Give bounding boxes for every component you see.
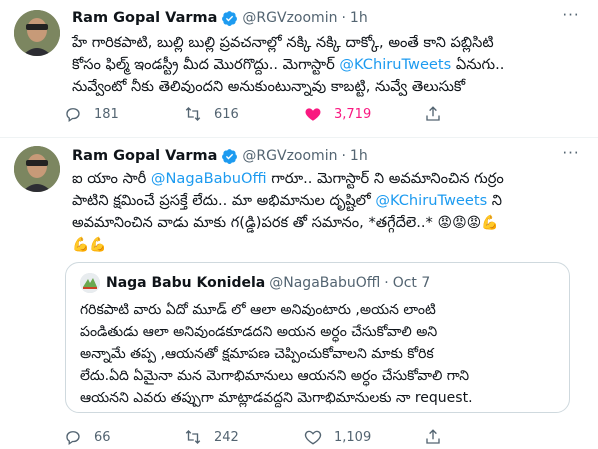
separator-dot: · bbox=[384, 275, 389, 291]
text-segment: అవమానించిన వాడు మాకు గ(డ్డి)పరక తో సమానం… bbox=[72, 214, 438, 231]
more-icon[interactable]: ··· bbox=[556, 6, 586, 26]
mention-link[interactable]: @NagaBabuOffi bbox=[151, 170, 267, 187]
tweet-text-line: అవమానించిన వాడు మాకు గ(డ్డి)పరక తో సమానం… bbox=[72, 212, 584, 234]
heart-icon bbox=[305, 108, 321, 121]
text-segment: నువ్వేంటో నీకు తెలివుందని అనుకుంటున్నావు… bbox=[72, 78, 466, 95]
tweet-actions: 181 616 3,719 bbox=[64, 105, 442, 123]
tweet-time[interactable]: 1h bbox=[350, 148, 368, 164]
reply-icon bbox=[66, 108, 80, 123]
text-segment: ఏనుగు.. bbox=[451, 56, 505, 73]
share-icon bbox=[426, 429, 440, 444]
tweet-header: Ram Gopal Varma @RGVzoomin · 1h bbox=[72, 8, 368, 28]
reply-count: 181 bbox=[94, 106, 119, 122]
emoji-text: 😡😡😡💪 bbox=[437, 215, 499, 231]
like-button[interactable]: 1,109 bbox=[304, 428, 424, 446]
quoted-tweet-date[interactable]: Oct 7 bbox=[393, 275, 431, 291]
tweet-text-line: 💪💪 bbox=[72, 234, 584, 256]
text-segment: ని bbox=[487, 192, 503, 209]
retweet-count: 242 bbox=[214, 429, 239, 445]
heart-icon bbox=[304, 430, 322, 445]
tweet-text: ఐ యాం సారీ @NagaBabuOffi గారూ.. మెగాస్టా… bbox=[72, 168, 584, 256]
tweet-2[interactable]: Ram Gopal Varma @RGVzoomin · 1h ··· ఐ యా… bbox=[0, 138, 598, 449]
verified-badge-icon bbox=[222, 10, 238, 26]
text-segment: పాటిని క్షమించే ప్రసక్తే లేదు.. మా అభిమా… bbox=[72, 192, 376, 209]
quoted-author-name[interactable]: Naga Babu Konidela bbox=[106, 275, 265, 291]
quoted-tweet-header: Naga Babu Konidela @NagaBabuOffl · Oct 7 bbox=[80, 273, 430, 293]
author-handle[interactable]: @RGVzoomin bbox=[242, 10, 337, 26]
quoted-author-handle[interactable]: @NagaBabuOffl bbox=[269, 275, 380, 291]
text-segment: గారూ.. మెగాస్టార్ ని అవమానించిన గుర్రం bbox=[266, 170, 504, 187]
retweet-button[interactable]: 242 bbox=[184, 428, 304, 446]
like-count: 3,719 bbox=[334, 106, 372, 122]
tweet-text-line: నువ్వేంటో నీకు తెలివుందని అనుకుంటున్నావు… bbox=[72, 76, 584, 98]
tweet-text-line: ఐ యాం సారీ @NagaBabuOffi గారూ.. మెగాస్టా… bbox=[72, 168, 584, 190]
text-segment: ఐ యాం సారీ bbox=[72, 170, 151, 187]
separator-dot: · bbox=[341, 148, 346, 164]
author-name[interactable]: Ram Gopal Varma bbox=[72, 10, 217, 26]
text-segment: హే గారికపాటి, బుల్లి బుల్లి ప్రవచనాల్లో … bbox=[72, 34, 494, 51]
quoted-text-line: పండితుడు ఆలా అనివుండకూడదని అయన అర్ధం చేస… bbox=[80, 324, 438, 340]
quoted-text-line: గరికపాటి వారు ఏదో మూడ్ లో ఆలా అనివుంటారు… bbox=[80, 302, 436, 318]
more-icon[interactable]: ··· bbox=[556, 144, 586, 164]
reply-count: 66 bbox=[94, 429, 111, 445]
reply-button[interactable]: 181 bbox=[64, 105, 184, 123]
tweet-header: Ram Gopal Varma @RGVzoomin · 1h bbox=[72, 146, 368, 166]
reply-button[interactable]: 66 bbox=[64, 428, 184, 446]
tweet-1[interactable]: Ram Gopal Varma @RGVzoomin · 1h ··· హే గ… bbox=[0, 0, 598, 138]
tweet-time[interactable]: 1h bbox=[350, 10, 368, 26]
retweet-icon bbox=[185, 430, 201, 444]
quoted-text-line: అన్నామే తప్ప ,ఆయనతో క్షమాపణ చెప్పించుకోవ… bbox=[80, 346, 434, 362]
emoji-text: 💪💪 bbox=[72, 237, 107, 253]
author-name[interactable]: Ram Gopal Varma bbox=[72, 148, 217, 164]
share-icon bbox=[426, 106, 440, 121]
share-button[interactable] bbox=[424, 105, 442, 123]
author-handle[interactable]: @RGVzoomin bbox=[242, 148, 337, 164]
retweet-count: 616 bbox=[214, 106, 239, 122]
quoted-author-avatar bbox=[80, 273, 100, 293]
verified-badge-icon bbox=[222, 148, 238, 164]
text-segment: కోసం ఫిల్మ్ ఇండస్ట్రీ మీద మొరగొద్దు.. మె… bbox=[72, 56, 340, 73]
quoted-tweet-text: గరికపాటి వారు ఏదో మూడ్ లో ఆలా అనివుంటారు… bbox=[80, 299, 560, 409]
tweet-text-line: హే గారికపాటి, బుల్లి బుల్లి ప్రవచనాల్లో … bbox=[72, 32, 584, 54]
mention-link[interactable]: @KChiruTweets bbox=[339, 56, 451, 73]
reply-icon bbox=[66, 431, 80, 446]
like-count: 1,109 bbox=[334, 429, 372, 445]
retweet-button[interactable]: 616 bbox=[184, 105, 304, 123]
retweet-icon bbox=[185, 107, 201, 121]
share-button[interactable] bbox=[424, 428, 442, 446]
tweet-actions: 66 242 1,109 bbox=[64, 428, 442, 446]
author-avatar[interactable] bbox=[14, 146, 60, 192]
quoted-text-line: లేదు.ఏది ఏమైనా మన మెగాభిమానులు ఆయనని అర్… bbox=[80, 368, 470, 384]
tweet-text: హే గారికపాటి, బుల్లి బుల్లి ప్రవచనాల్లో … bbox=[72, 32, 584, 98]
quoted-text-line: ఆయనని ఎవరు తప్పుగా మాట్లాడవద్దని మెగాభిమ… bbox=[80, 390, 473, 406]
separator-dot: · bbox=[341, 10, 346, 26]
tweet-text-line: కోసం ఫిల్మ్ ఇండస్ట్రీ మీద మొరగొద్దు.. మె… bbox=[72, 54, 584, 76]
like-button[interactable]: 3,719 bbox=[304, 105, 424, 123]
mention-link[interactable]: @KChiruTweets bbox=[375, 192, 487, 209]
quoted-tweet[interactable]: Naga Babu Konidela @NagaBabuOffl · Oct 7… bbox=[65, 262, 570, 413]
author-avatar[interactable] bbox=[14, 10, 60, 56]
tweet-text-line: పాటిని క్షమించే ప్రసక్తే లేదు.. మా అభిమా… bbox=[72, 190, 584, 212]
